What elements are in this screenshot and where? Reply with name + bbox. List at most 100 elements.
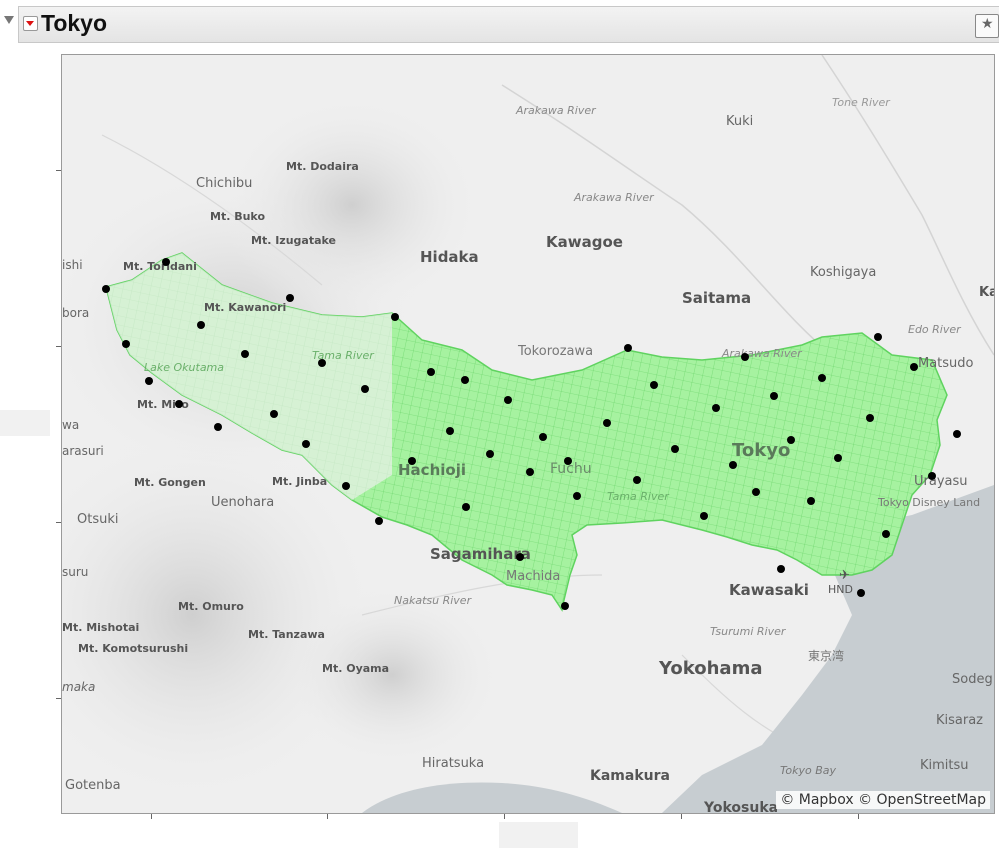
nakatsu-river-label: Nakatsu River: [394, 594, 473, 607]
map-marker: [539, 433, 547, 441]
page-title: Tokyo: [41, 10, 108, 36]
map-marker: [624, 344, 632, 352]
map-marker: [787, 436, 795, 444]
suru-label: suru: [62, 565, 88, 579]
map-attribution[interactable]: © Mapbox © OpenStreetMap: [776, 791, 990, 809]
tsurumi-river-label: Tsurumi River: [710, 625, 787, 638]
tokyo-label: Tokyo: [732, 440, 790, 461]
mountain-shading: [282, 585, 502, 765]
hiratsuka-label: Hiratsuka: [422, 756, 484, 771]
airplane-icon: ✈: [839, 568, 850, 583]
map-marker: [461, 376, 469, 384]
map-marker: [361, 385, 369, 393]
yokosuka-label: Yokosuka: [703, 800, 778, 813]
tama-river-label-2: Tama River: [607, 490, 670, 503]
red-triangle-menu-icon[interactable]: [23, 16, 38, 31]
map-marker: [197, 321, 205, 329]
matsudo-label: Matsudo: [918, 356, 974, 371]
tokyo-bay-label: Tokyo Bay: [780, 764, 836, 777]
mt-komotsurushi-label: Mt. Komotsurushi: [78, 642, 188, 655]
map-marker: [564, 457, 572, 465]
map-marker: [162, 258, 170, 266]
map-marker: [752, 488, 760, 496]
map-marker: [770, 392, 778, 400]
map-marker: [286, 294, 294, 302]
map-marker: [834, 454, 842, 462]
arakawa-river-label-3: Arakawa River: [721, 347, 803, 360]
map-marker: [857, 589, 865, 597]
map-marker: [427, 368, 435, 376]
map-marker: [573, 492, 581, 500]
mt-mishotai-label: Mt. Mishotai: [62, 621, 139, 634]
mt-omuro-label: Mt. Omuro: [178, 600, 244, 613]
map-marker: [603, 419, 611, 427]
mt-toridani-label: Mt. Toridani: [123, 260, 197, 273]
map-marker: [650, 381, 658, 389]
map-marker: [633, 476, 641, 484]
kuki-label: Kuki: [726, 114, 753, 129]
mt-gongen-label: Mt. Gongen: [134, 476, 206, 489]
mt-buko-label: Mt. Buko: [210, 210, 265, 223]
kawasaki-label: Kawasaki: [729, 581, 809, 599]
tokorozawa-label: Tokorozawa: [517, 344, 593, 359]
arasuri-label: arasuri: [62, 444, 104, 458]
map-marker: [700, 512, 708, 520]
map-view[interactable]: Arakawa River Tone River Kuki Mt. Dodair…: [61, 54, 995, 814]
kisaraz-label: Kisaraz: [936, 713, 983, 728]
map-marker: [214, 423, 222, 431]
map-marker: [486, 450, 494, 458]
bottom-tab: [499, 822, 578, 848]
map-marker: [302, 440, 310, 448]
map-marker: [561, 602, 569, 610]
sagamihara-label: Sagamihara: [430, 545, 531, 563]
maka-label: maka: [62, 680, 95, 694]
map-marker: [145, 377, 153, 385]
mt-kawanori-label: Mt. Kawanori: [204, 301, 286, 314]
ka-label: Ka: [979, 285, 994, 300]
map-marker: [270, 410, 278, 418]
map-marker: [874, 333, 882, 341]
map-marker: [953, 430, 961, 438]
triangle-down-icon[interactable]: [4, 16, 14, 24]
machida-label: Machida: [506, 569, 560, 584]
map-marker: [175, 400, 183, 408]
mt-oyama-label: Mt. Oyama: [322, 662, 389, 675]
map-marker: [462, 503, 470, 511]
map-marker: [516, 553, 524, 561]
lake-okutama-label: Lake Okutama: [144, 361, 224, 374]
map-marker: [818, 374, 826, 382]
mt-izugatake-label: Mt. Izugatake: [251, 234, 336, 247]
map-marker: [928, 472, 936, 480]
tokyo-bay-jp-label: 東京湾: [808, 648, 844, 663]
map-marker: [807, 497, 815, 505]
hnd-label: HND: [828, 583, 853, 596]
hachioji-label: Hachioji: [398, 461, 466, 479]
map-marker: [504, 396, 512, 404]
map-marker: [342, 482, 350, 490]
kawagoe-label: Kawagoe: [546, 233, 623, 251]
map-marker: [391, 313, 399, 321]
arakawa-river-label-2: Arakawa River: [573, 191, 655, 204]
ishi-label: ishi: [62, 258, 83, 272]
mountain-shading: [222, 95, 482, 315]
koshigaya-label: Koshigaya: [810, 265, 876, 280]
hidaka-label: Hidaka: [420, 248, 479, 266]
pin-star-icon[interactable]: ★: [975, 14, 999, 38]
map-marker: [712, 404, 720, 412]
chichibu-label: Chichibu: [196, 176, 252, 191]
map-canvas[interactable]: Arakawa River Tone River Kuki Mt. Dodair…: [62, 55, 994, 813]
map-marker: [866, 414, 874, 422]
tokyo-disney-land-label: Tokyo Disney Land: [877, 496, 980, 509]
gotenba-label: Gotenba: [65, 778, 121, 793]
map-marker: [741, 353, 749, 361]
wa-label: wa: [62, 418, 79, 432]
bora-label: bora: [62, 306, 89, 320]
map-marker: [318, 359, 326, 367]
side-tab: [0, 410, 50, 436]
title-bar: Tokyo: [18, 6, 999, 43]
sodeg-label: Sodeg: [952, 672, 993, 687]
map-marker: [910, 363, 918, 371]
mt-tanzawa-label: Mt. Tanzawa: [248, 628, 325, 641]
map-marker: [241, 350, 249, 358]
map-marker: [102, 285, 110, 293]
